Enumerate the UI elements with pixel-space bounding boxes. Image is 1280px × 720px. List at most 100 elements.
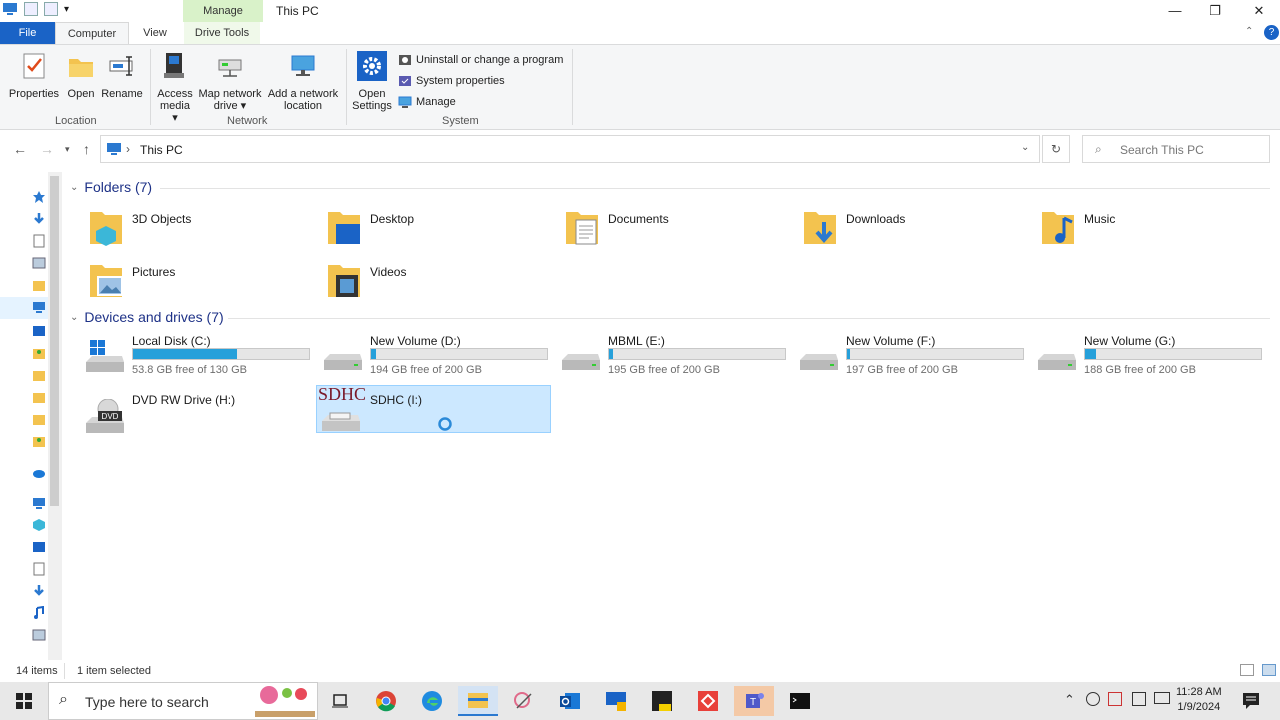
drive-new-volume-d[interactable]: New Volume (D:) 194 GB free of 200 GB	[316, 334, 552, 382]
taskbar-outlook[interactable]	[550, 686, 590, 716]
downloads-nav-icon[interactable]	[32, 212, 46, 226]
this-pc-nav-icon[interactable]	[32, 496, 46, 510]
folder-name: Downloads	[846, 212, 906, 226]
add-network-location-button[interactable]: Add a network location	[266, 51, 340, 112]
pictures-nav-icon[interactable]	[32, 256, 46, 270]
music-nav-icon[interactable]	[32, 606, 46, 620]
folder-desktop[interactable]: Desktop	[308, 208, 538, 252]
documents-nav-icon[interactable]	[32, 562, 46, 576]
folders-section-header[interactable]: ⌄ Folders (7)	[70, 179, 152, 195]
3d-objects-nav-icon[interactable]	[32, 518, 46, 532]
taskbar-sticky-notes[interactable]	[642, 686, 682, 716]
folder-videos[interactable]: Videos	[308, 261, 538, 305]
dvd-drive-icon: DVD	[86, 399, 124, 433]
folder-downloads[interactable]: Downloads	[784, 208, 1014, 252]
maximize-button[interactable]: ❐	[1200, 2, 1230, 20]
expand-ribbon-icon[interactable]: ⌃	[1245, 26, 1253, 37]
downloads-nav-icon[interactable]	[32, 584, 46, 598]
details-view-icon[interactable]	[1240, 664, 1254, 676]
taskbar-chrome[interactable]	[366, 686, 406, 716]
uninstall-program-item[interactable]: Uninstall or change a program	[398, 53, 563, 67]
taskbar-clock[interactable]: 11:28 AM 1/9/2024	[1176, 685, 1222, 715]
desktop-nav-icon[interactable]	[32, 324, 46, 338]
refresh-button[interactable]: ↻	[1042, 135, 1070, 163]
taskbar-teams[interactable]: T	[734, 686, 774, 716]
rename-button[interactable]: Rename	[101, 51, 143, 100]
manage-item[interactable]: Manage	[398, 95, 456, 109]
tab-file[interactable]: File	[0, 22, 55, 44]
network-icon[interactable]	[1154, 692, 1170, 704]
close-button[interactable]: ✕	[1244, 2, 1274, 20]
address-dropdown-icon[interactable]: ⌄	[1021, 142, 1029, 153]
folder-pictures[interactable]: Pictures	[70, 261, 300, 305]
folder-nav-icon[interactable]	[32, 278, 46, 292]
map-network-drive-button[interactable]: Map network drive ▾	[196, 51, 264, 112]
task-view-button[interactable]	[320, 686, 360, 716]
drive-mbml-e[interactable]: MBML (E:) 195 GB free of 200 GB	[554, 334, 790, 382]
tab-view[interactable]: View	[136, 22, 174, 44]
access-media-button[interactable]: Access media ▾	[156, 51, 194, 124]
drive-name: Local Disk (C:)	[132, 334, 211, 348]
open-settings-button[interactable]: Open Settings	[351, 51, 393, 112]
recent-locations-chevron-icon[interactable]: ▾	[65, 144, 70, 155]
taskbar-search-box[interactable]: ⌕ Type here to search	[48, 682, 318, 720]
search-input[interactable]: ⌕ Search This PC	[1082, 135, 1270, 163]
taskbar-snipping-tool[interactable]	[504, 686, 544, 716]
taskbar-file-explorer[interactable]	[458, 686, 498, 716]
quick-access-star-icon[interactable]	[32, 190, 46, 204]
properties-button[interactable]: Properties	[8, 51, 60, 100]
taskbar-terminal[interactable]	[780, 686, 820, 716]
tray-app-icon[interactable]	[1086, 692, 1100, 706]
devices-section-header[interactable]: ⌄ Devices and drives (7)	[70, 309, 224, 325]
minimize-button[interactable]: —	[1160, 2, 1190, 20]
folder-documents[interactable]: Documents	[546, 208, 776, 252]
folder-nav-icon[interactable]	[32, 346, 46, 360]
this-pc-nav-icon[interactable]	[32, 300, 46, 314]
manage-computer-icon	[398, 96, 412, 108]
open-button[interactable]: Open	[64, 51, 98, 100]
new-folder-qat-icon[interactable]	[44, 2, 58, 16]
notifications-icon[interactable]	[1242, 692, 1260, 710]
drive-local-disk-c[interactable]: Local Disk (C:) 53.8 GB free of 130 GB	[78, 334, 314, 382]
taskbar-app[interactable]	[596, 686, 636, 716]
back-arrow-icon[interactable]: ←	[13, 141, 27, 157]
drive-sdhc-i[interactable]: SDHC SDHC (I:)	[316, 384, 552, 441]
up-arrow-icon[interactable]: ↑	[83, 141, 90, 157]
windows-start-icon[interactable]	[16, 693, 32, 709]
large-icons-view-icon[interactable]	[1262, 664, 1276, 676]
drive-dvd-rw-h[interactable]: DVD DVD RW Drive (H:)	[78, 393, 314, 441]
section-divider	[160, 188, 1270, 189]
tray-adobe-icon[interactable]	[1108, 692, 1122, 706]
folder-music[interactable]: Music	[1022, 208, 1252, 252]
folder-nav-icon[interactable]	[32, 390, 46, 404]
documents-nav-icon[interactable]	[32, 234, 46, 248]
collapse-chevron-icon[interactable]: ⌄	[70, 182, 78, 193]
breadcrumb-this-pc[interactable]: This PC	[140, 143, 183, 157]
folder-nav-icon[interactable]	[32, 412, 46, 426]
collapse-chevron-icon[interactable]: ⌄	[70, 312, 78, 323]
breadcrumb-chevron-icon[interactable]: ›	[126, 142, 130, 156]
tab-computer[interactable]: Computer	[55, 22, 129, 44]
folder-3d-objects[interactable]: 3D Objects	[70, 208, 300, 252]
hard-drive-icon	[800, 354, 838, 370]
system-properties-item[interactable]: System properties	[398, 74, 505, 88]
desktop-nav-icon[interactable]	[32, 540, 46, 554]
customize-qat-icon[interactable]: ▾	[64, 4, 69, 15]
folder-nav-icon[interactable]	[32, 434, 46, 448]
address-bar[interactable]: › This PC ⌄	[100, 135, 1040, 163]
pictures-nav-icon[interactable]	[32, 628, 46, 642]
tray-display-icon[interactable]	[1132, 692, 1146, 706]
drive-new-volume-f[interactable]: New Volume (F:) 197 GB free of 200 GB	[792, 334, 1028, 382]
forward-arrow-icon[interactable]: →	[40, 141, 54, 157]
show-hidden-icons-chevron[interactable]: ⌃	[1064, 692, 1075, 708]
manage-context-tab[interactable]: Manage	[183, 0, 263, 22]
taskbar-edge[interactable]	[412, 686, 452, 716]
onedrive-cloud-icon[interactable]	[32, 466, 46, 480]
properties-qat-icon[interactable]	[24, 2, 38, 16]
drive-new-volume-g[interactable]: New Volume (G:) 188 GB free of 200 GB	[1030, 334, 1266, 382]
taskbar-anydesk[interactable]	[688, 686, 728, 716]
folder-nav-icon[interactable]	[32, 368, 46, 382]
nav-pane-scrollbar-thumb[interactable]	[50, 176, 59, 506]
help-icon[interactable]: ?	[1264, 25, 1279, 40]
tab-drive-tools[interactable]: Drive Tools	[184, 22, 260, 44]
